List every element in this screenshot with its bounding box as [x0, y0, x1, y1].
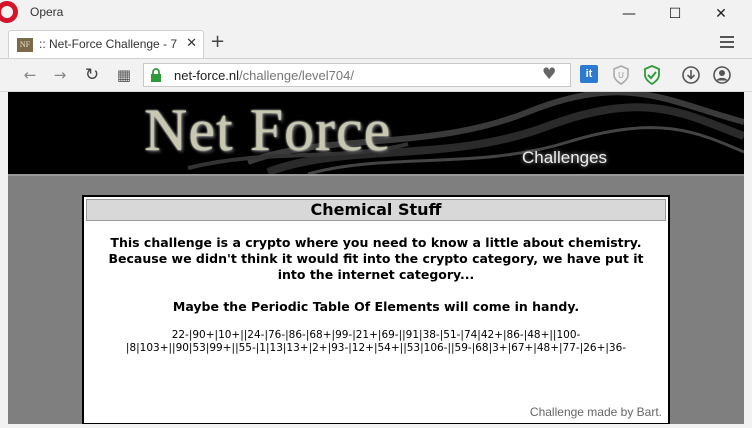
- url-path: /challenge/level704/: [239, 68, 354, 83]
- window-titlebar: Opera — ☐ ✕: [0, 0, 752, 28]
- new-tab-button[interactable]: +: [210, 31, 225, 52]
- url-host: net-force.nl: [174, 68, 240, 83]
- cipher-line-1: 22-|90+|10+||24-|76-|86-|68+|99-|21+|69-…: [171, 329, 581, 341]
- address-bar[interactable]: net-force.nl/challenge/level704/: [143, 63, 571, 87]
- shield-icon[interactable]: U: [612, 65, 630, 85]
- panel-title: Chemical Stuff: [86, 199, 666, 221]
- site-banner: Net Force Challenges: [8, 92, 744, 174]
- url-text: net-force.nl/challenge/level704/: [174, 68, 354, 83]
- speed-dial-icon[interactable]: ▦: [114, 65, 134, 85]
- close-window-button[interactable]: ✕: [698, 0, 744, 28]
- banner-title: Net Force: [144, 97, 392, 163]
- challenge-credit: Challenge made by Bart.: [529, 405, 662, 419]
- download-icon[interactable]: [681, 65, 701, 85]
- cipher-text: 22-|90+|10+||24-|76-|86-|68+|99-|21+|69-…: [84, 329, 668, 355]
- shield-check-icon[interactable]: [643, 65, 661, 85]
- browser-toolbar: ← → ↻ ▦ net-force.nl/challenge/level704/…: [0, 59, 752, 92]
- window-right-edge: [744, 92, 752, 424]
- account-icon[interactable]: [712, 65, 732, 85]
- tab-close-icon[interactable]: ✕: [186, 36, 197, 51]
- tab-net-force[interactable]: NF :: Net-Force Challenge - 7 ✕: [8, 30, 204, 58]
- page-content: Net Force Challenges Chemical Stuff This…: [8, 92, 744, 424]
- heart-icon[interactable]: ♥: [542, 64, 556, 83]
- extension-it-icon[interactable]: it: [580, 65, 598, 83]
- challenge-hint: Maybe the Periodic Table Of Elements wil…: [172, 299, 580, 314]
- minimize-button[interactable]: —: [606, 0, 652, 28]
- challenge-description: This challenge is a crypto where you nee…: [108, 235, 644, 282]
- tab-favicon-icon: NF: [17, 38, 33, 52]
- forward-icon[interactable]: →: [50, 65, 70, 85]
- tab-bar: NF :: Net-Force Challenge - 7 ✕ +: [0, 28, 752, 59]
- app-title: Opera: [30, 5, 64, 19]
- maximize-button[interactable]: ☐: [652, 0, 698, 28]
- banner-divider: [8, 174, 744, 176]
- tab-title: :: Net-Force Challenge - 7: [39, 37, 178, 51]
- banner-subtitle: Challenges: [522, 148, 608, 167]
- tab-menu-icon[interactable]: [720, 36, 734, 51]
- cipher-line-2: |8|103+||90|53|99+||55-|1|13|13+|2+|93-|…: [125, 342, 627, 354]
- challenge-panel: Chemical Stuff This challenge is a crypt…: [82, 195, 670, 424]
- secure-lock-icon: [151, 68, 161, 82]
- opera-logo-icon: [0, 1, 18, 23]
- reload-icon[interactable]: ↻: [82, 65, 102, 85]
- svg-text:U: U: [618, 71, 624, 80]
- back-icon[interactable]: ←: [20, 65, 40, 85]
